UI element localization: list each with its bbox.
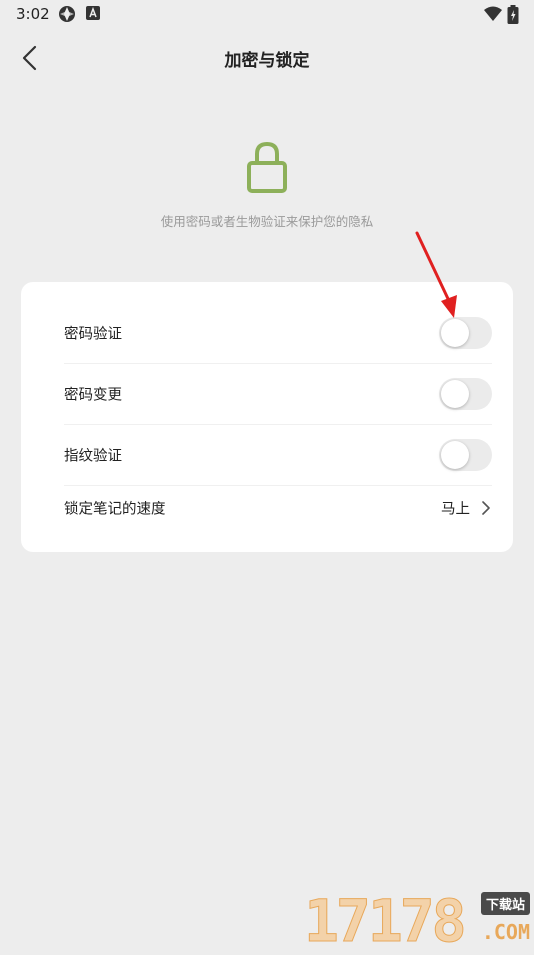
battery-icon	[507, 5, 519, 29]
privacy-subtitle: 使用密码或者生物验证来保护您的隐私	[160, 214, 374, 229]
fingerprint-verify-label: 指纹验证	[64, 448, 122, 464]
header: 加密与锁定	[0, 36, 534, 80]
watermark-digits: 17178	[304, 887, 468, 955]
page-title: 加密与锁定	[224, 51, 310, 71]
chevron-right-icon	[482, 501, 490, 515]
wifi-icon	[483, 5, 503, 27]
status-time: 3:02	[16, 5, 50, 23]
watermark-suffix: .COM	[481, 920, 530, 944]
fingerprint-verify-row: 指纹验证	[64, 424, 492, 486]
watermark-logo: 17178 下载站 .COM	[304, 887, 534, 955]
lock-icon	[247, 141, 287, 193]
lock-speed-value: 马上	[441, 501, 470, 518]
watermark-badge: 下载站	[480, 892, 530, 915]
password-verify-row: 密码验证	[64, 302, 492, 364]
password-change-toggle[interactable]	[439, 377, 492, 410]
password-change-row: 密码变更	[64, 363, 492, 425]
password-verify-label: 密码验证	[64, 326, 122, 342]
fingerprint-verify-toggle[interactable]	[439, 438, 492, 471]
app-notification-icon	[58, 5, 76, 27]
settings-card: 密码验证 密码变更 指纹验证 锁定笔记的速度 马上	[21, 282, 513, 552]
lock-hero	[0, 140, 534, 198]
password-change-label: 密码变更	[64, 387, 122, 403]
toggle-knob	[441, 318, 469, 347]
toggle-knob	[441, 440, 469, 469]
status-bar: 3:02	[0, 0, 534, 28]
password-verify-toggle[interactable]	[439, 316, 492, 349]
lock-speed-label: 锁定笔记的速度	[64, 501, 166, 518]
lock-speed-row[interactable]: 锁定笔记的速度 马上	[64, 485, 492, 531]
font-a-icon	[85, 5, 101, 25]
toggle-knob	[441, 379, 469, 408]
